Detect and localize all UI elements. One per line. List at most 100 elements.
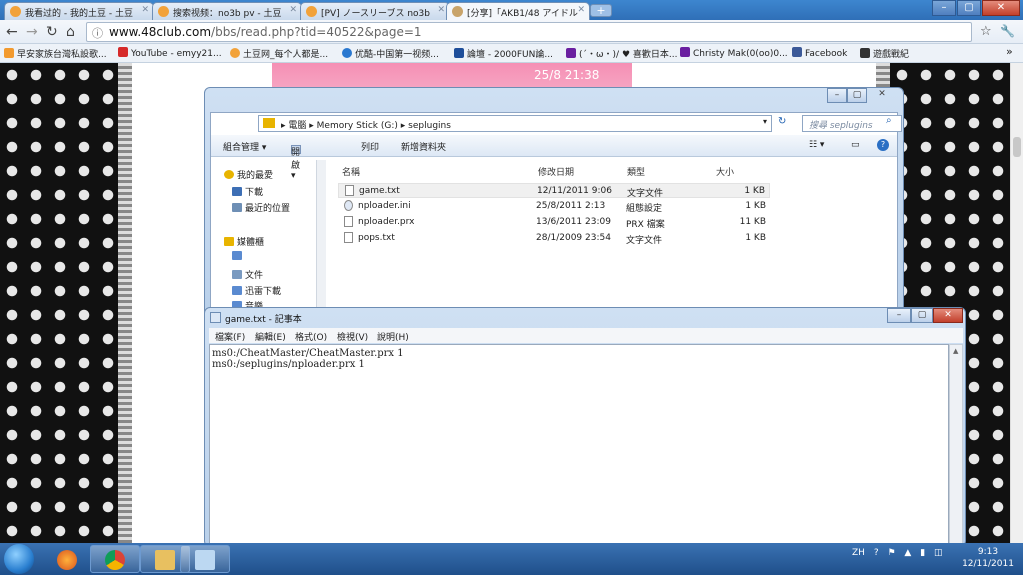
bookmark-item[interactable]: 土豆网_每个人都是... [230,47,328,60]
menu-view[interactable]: 檢視(V) [337,330,368,343]
reload-icon[interactable]: ↻ [46,24,58,40]
address-bar[interactable]: ⓘ www.48club.com/bbs/read.php?tid=40522&… [86,22,972,42]
back-arrow-icon[interactable]: ← [6,24,18,40]
explorer-minimize-button[interactable]: – [827,88,847,103]
help-icon[interactable]: ? [877,139,889,151]
notepad-close-button[interactable]: ✕ [933,308,963,323]
window-maximize-button[interactable]: ▢ [957,0,981,16]
tray-arrow-icon[interactable]: ▲ [904,548,911,558]
browser-tab[interactable]: 搜索视频：no3b pv - 土豆 ✕ [152,2,302,20]
preview-pane-icon[interactable]: ▭ [851,140,860,150]
file-row[interactable]: game.txt 12/11/2011 9:06 文字文件 1 KB [338,183,770,199]
explorer-close-button[interactable]: ✕ [867,88,897,103]
scroll-up-icon[interactable]: ▲ [953,347,958,355]
breadcrumb-drive[interactable]: Memory Stick (G:) [317,121,398,131]
wrench-icon[interactable]: 🔧 [1000,24,1015,38]
window-minimize-button[interactable]: – [932,0,956,16]
taskbar-firefox[interactable] [42,545,92,573]
home-icon[interactable]: ⌂ [66,24,75,40]
bookmark-item[interactable]: 論壇 - 2000FUN論... [454,47,553,60]
new-folder-button[interactable]: 新增資料夾 [401,140,446,153]
browser-tab-strip: 我看过的 - 我的土豆 - 土豆 ✕ 搜索视频：no3b pv - 土豆 ✕ [PV… [0,0,1023,20]
browser-tab[interactable]: [PV] ノースリーブス no3b ✕ [300,2,450,20]
close-tab-icon[interactable]: ✕ [289,5,297,15]
sidebar-item-library[interactable] [232,251,245,262]
taskbar: ZH ? ⚑ ▲ ▮ ◫ 9:13 12/11/2011 [0,543,1023,575]
column-header-type[interactable]: 類型 [627,165,645,178]
browser-tab[interactable]: 我看过的 - 我的土豆 - 土豆 ✕ [4,2,154,20]
firefox-icon [57,550,77,570]
file-row[interactable]: nploader.ini 25/8/2011 2:13 組態設定 1 KB [338,199,770,214]
bookmarks-more-icon[interactable]: » [1006,45,1013,58]
menu-format[interactable]: 格式(O) [295,330,327,343]
close-tab-icon[interactable]: ✕ [437,5,445,15]
breadcrumb-computer[interactable]: 電腦 [288,121,306,131]
organize-menu-button[interactable]: 組合管理 ▾ [223,140,266,153]
explorer-maximize-button[interactable]: ▢ [847,88,867,103]
sidebar-item-music[interactable]: 音樂 [232,299,263,307]
notepad-text-area[interactable]: ms0:/CheatMaster/CheatMaster.prx 1 ms0:/… [209,344,949,548]
sidebar-item-downloads[interactable]: 下載 [232,185,263,198]
bookmark-item[interactable]: YouTube - emyy21... [118,47,222,59]
help-icon[interactable]: ? [874,548,879,558]
search-icon: ⌕ [886,115,892,126]
notepad-maximize-button[interactable]: ▢ [911,308,933,323]
text-file-icon [345,185,354,196]
taskbar-clock[interactable]: 9:13 12/11/2011 [958,546,1018,570]
breadcrumb-folder[interactable]: seplugins [408,121,451,131]
bookmark-item[interactable]: Facebook [792,47,847,59]
close-tab-icon[interactable]: ✕ [141,5,149,15]
page-scrollbar[interactable] [1010,63,1023,543]
menu-edit[interactable]: 編輯(E) [255,330,286,343]
file-row[interactable]: nploader.prx 13/6/2011 23:09 PRX 檔案 11 K… [338,215,770,230]
bookmark-star-icon[interactable]: ☆ [980,24,992,39]
text-file-icon [344,232,353,243]
print-button[interactable]: 列印 [361,140,379,153]
bookmark-item[interactable]: 早安家族台灣私設歌... [4,47,107,60]
downloads-icon [232,187,242,196]
column-header-name[interactable]: 名稱 [342,165,360,178]
sidebar-item-libraries[interactable]: 媒體櫃 [224,235,264,248]
bookmark-item[interactable]: 遊戲戰紀 [860,47,909,60]
view-options-icon[interactable]: ☷ ▾ [809,140,824,150]
url-path: /bbs/read.php?tid=40522&page=1 [211,25,422,39]
sidebar-item-favorites[interactable]: 我的最愛 [224,168,273,181]
flag-icon[interactable]: ⚑ [887,548,895,558]
chevron-down-icon[interactable]: ▾ [763,117,767,126]
sidebar-item-documents[interactable]: 文件 [232,268,263,281]
youku-icon [342,48,352,58]
tudou-icon [230,48,240,58]
browser-toolbar: ← → ↻ ⌂ ⓘ www.48club.com/bbs/read.php?ti… [0,20,1023,44]
lace-border [118,63,132,543]
column-header-size[interactable]: 大小 [716,165,734,178]
scrollbar-thumb[interactable] [1013,137,1021,157]
game-icon [860,48,870,58]
notepad-scrollbar[interactable]: ▲ [949,344,963,548]
bookmark-item[interactable]: 优酷-中国第一视频... [342,47,439,60]
menu-file[interactable]: 檔案(F) [215,330,245,343]
volume-icon[interactable]: ◫ [934,548,943,558]
column-header-date[interactable]: 修改日期 [538,165,574,178]
close-tab-icon[interactable]: ✕ [577,5,585,15]
refresh-icon[interactable]: ↻ [778,116,786,127]
browser-tab-active[interactable]: [分享]「AKB1/48 アイドル ✕ [446,2,590,20]
file-row[interactable]: pops.txt 28/1/2009 23:54 文字文件 1 KB [338,231,770,246]
sidebar-item-recent[interactable]: 最近的位置 [232,201,290,214]
sidebar-scrollbar[interactable] [316,160,326,308]
network-icon[interactable]: ▮ [920,548,925,558]
bookmark-item[interactable]: (´・ω・)/ ♥ 喜歡日本... [566,47,677,60]
menu-help[interactable]: 說明(H) [377,330,409,343]
notepad-minimize-button[interactable]: – [887,308,911,323]
start-button[interactable] [4,544,34,574]
language-indicator[interactable]: ZH [852,548,865,558]
new-tab-button[interactable]: + [590,4,612,17]
window-close-button[interactable]: ✕ [982,0,1020,16]
taskbar-notepad[interactable] [180,545,230,573]
bookmark-item[interactable]: Christy Mak(0(oo)0... [680,47,788,59]
sidebar-item-thunder[interactable]: 迅雷下載 [232,284,281,297]
forward-arrow-icon[interactable]: → [26,24,38,40]
chrome-icon [105,550,125,570]
explorer-address-bar[interactable]: ▸ 電腦 ▸ Memory Stick (G:) ▸ seplugins ▾ [258,115,772,132]
taskbar-chrome[interactable] [90,545,140,573]
documents-icon [232,270,242,279]
